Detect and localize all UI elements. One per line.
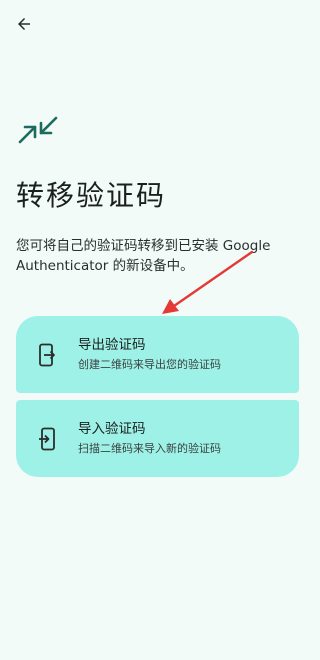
phone-export-icon — [36, 342, 58, 368]
export-codes-button[interactable]: 导出验证码 创建二维码来导出您的验证码 — [16, 316, 299, 393]
export-subtitle: 创建二维码来导出您的验证码 — [78, 358, 221, 371]
transfer-options: 导出验证码 创建二维码来导出您的验证码 导入验证码 扫描二维码来导入新的验证码 — [16, 316, 299, 477]
import-codes-button[interactable]: 导入验证码 扫描二维码来导入新的验证码 — [16, 400, 299, 477]
page-title: 转移验证码 — [16, 179, 167, 212]
page-description: 您可将自己的验证码转移到已安装 Google Authenticator 的新设… — [16, 238, 271, 274]
import-title: 导入验证码 — [78, 421, 146, 437]
arrow-back-icon — [18, 18, 30, 30]
import-subtitle: 扫描二维码来导入新的验证码 — [78, 442, 221, 455]
export-title: 导出验证码 — [78, 337, 146, 353]
phone-import-icon — [36, 426, 58, 452]
compress-arrows-icon — [18, 116, 58, 148]
back-button[interactable] — [10, 10, 38, 38]
